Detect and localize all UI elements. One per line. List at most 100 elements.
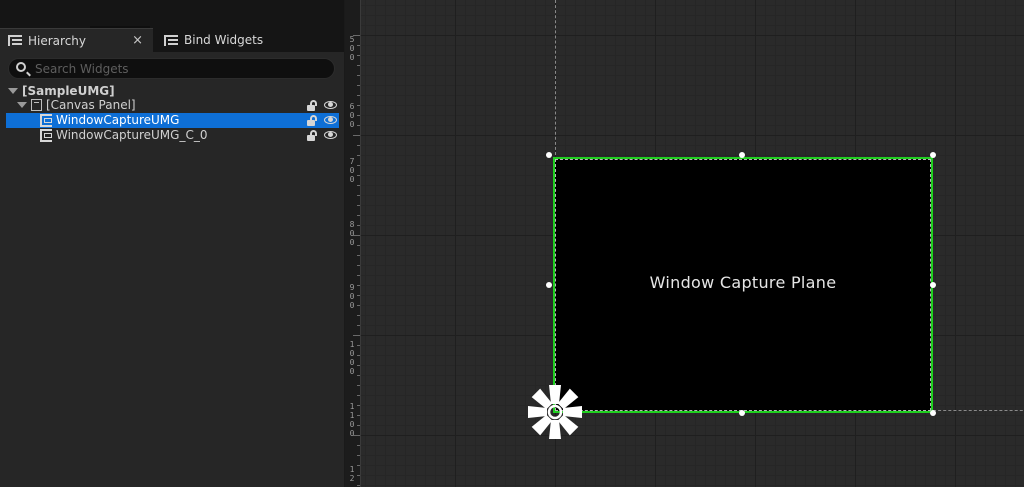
horizontal-guide-line [933,410,1024,411]
ruler-tick [357,195,360,196]
ruler-tick [357,465,360,466]
expand-arrow-icon[interactable] [17,102,27,108]
tree-canvas-panel-label: [Canvas Panel] [46,98,136,112]
ruler-tick [353,135,360,136]
tree-row-windowcaptureumg[interactable]: WindowCaptureUMG [6,113,339,128]
canvas-panel-icon [31,99,42,111]
ruler-tick [357,395,360,396]
tab-bind-widgets-label: Bind Widgets [184,33,264,47]
eye-icon[interactable] [324,130,337,140]
ruler-label: 1 0 0 0 [349,340,355,376]
ruler-label: 1 2 [349,465,355,483]
ruler-tick [357,325,360,326]
tree-row-root[interactable]: [SampleUMG] [0,84,344,99]
tree-item-label: WindowCaptureUMG [56,113,180,127]
ruler-tick [357,315,360,316]
ruler-tick [357,485,360,486]
ruler-label: 6 0 0 [349,102,355,129]
ruler-tick [357,225,360,226]
ruler-tick [357,55,360,56]
ruler-tick [357,375,360,376]
tree-row-canvas-panel[interactable]: [Canvas Panel] [0,98,344,113]
ruler-tick [353,435,360,436]
vertical-guide-line [555,0,556,155]
ruler-tick [357,245,360,246]
ruler-tick [357,405,360,406]
window-capture-plane[interactable]: Window Capture Plane [553,157,933,413]
ruler-tick [357,305,360,306]
ruler-tick [357,45,360,46]
lock-icon[interactable] [307,115,317,126]
ruler-tick [357,425,360,426]
ruler-tick [357,85,360,86]
tab-bar: Hierarchy × Bind Widgets [0,28,344,52]
tab-hierarchy-label: Hierarchy [28,33,87,48]
widget-icon [40,129,52,142]
ruler-label: 7 0 0 [349,157,355,184]
ruler-tick [357,175,360,176]
ruler-tick [357,105,360,106]
ruler-tick [357,125,360,126]
ruler-tick [357,415,360,416]
resize-handle-left[interactable] [546,282,552,288]
resize-handle-bottom-right[interactable] [930,410,936,416]
ruler-tick [357,285,360,286]
tab-hierarchy[interactable]: Hierarchy × [0,28,153,52]
resize-handle-right[interactable] [930,282,936,288]
lock-icon[interactable] [307,100,317,111]
ruler-tick [357,445,360,446]
search-input[interactable] [35,61,315,77]
hierarchy-icon [8,35,22,46]
top-strip [0,0,344,28]
resize-handle-bottom[interactable] [739,410,745,416]
tab-bind-widgets[interactable]: Bind Widgets [156,28,276,52]
ruler-tick [357,145,360,146]
widget-icon [40,114,52,127]
ruler-tick [357,155,360,156]
ruler-tick [357,115,360,116]
ruler-tick [357,295,360,296]
hierarchy-panel: Hierarchy × Bind Widgets [SampleUMG] [Ca… [0,0,344,487]
ruler-tick [357,255,360,256]
vertical-ruler[interactable]: 5 0 0 6 0 0 7 0 0 8 0 0 9 0 0 1 0 0 0 1 1 0 0 1… [345,0,361,487]
ruler-tick [357,355,360,356]
designer-viewport[interactable]: 5 0 0 6 0 0 7 0 0 8 0 0 9 0 0 1 0 0 0 1 1 0 0 1… [345,0,1024,487]
ruler-tick [357,475,360,476]
ruler-tick [357,75,360,76]
ruler-label: 5 0 0 [349,35,355,62]
tree-root-label: [SampleUMG] [22,84,115,98]
tree-row-windowcaptureumg-c-0[interactable]: WindowCaptureUMG_C_0 [0,128,344,143]
ruler-tick [357,205,360,206]
resize-handle-top[interactable] [739,152,745,158]
ruler-tick [357,95,360,96]
ruler-label: 1 1 0 0 [349,402,355,438]
ruler-tick [357,185,360,186]
ruler-tick [353,235,360,236]
search-field[interactable] [8,58,335,79]
ruler-label: 8 0 0 [349,220,355,247]
resize-handle-top-left[interactable] [546,152,552,158]
ruler-tick [357,275,360,276]
ruler-tick [357,165,360,166]
search-bar [0,52,344,84]
eye-icon[interactable] [324,100,337,110]
capture-plane-label: Window Capture Plane [649,273,837,292]
ruler-tick [357,215,360,216]
ruler-tick [353,335,360,336]
ruler-tick [357,345,360,346]
ruler-tick [357,365,360,366]
tree-item-label: WindowCaptureUMG_C_0 [56,128,208,142]
ruler-tick [357,455,360,456]
ruler-tick [357,265,360,266]
anchor-icon[interactable] [526,383,584,441]
resize-handle-top-right[interactable] [930,152,936,158]
widget-tree: [SampleUMG] [Canvas Panel] WindowCapture… [0,84,344,487]
search-icon [16,62,26,72]
expand-arrow-icon[interactable] [8,88,18,94]
bind-widgets-icon [164,34,178,46]
close-icon[interactable]: × [132,33,143,48]
ruler-tick [353,35,360,36]
ruler-label: 9 0 0 [349,283,355,310]
eye-icon[interactable] [324,115,337,125]
lock-icon[interactable] [307,130,317,141]
